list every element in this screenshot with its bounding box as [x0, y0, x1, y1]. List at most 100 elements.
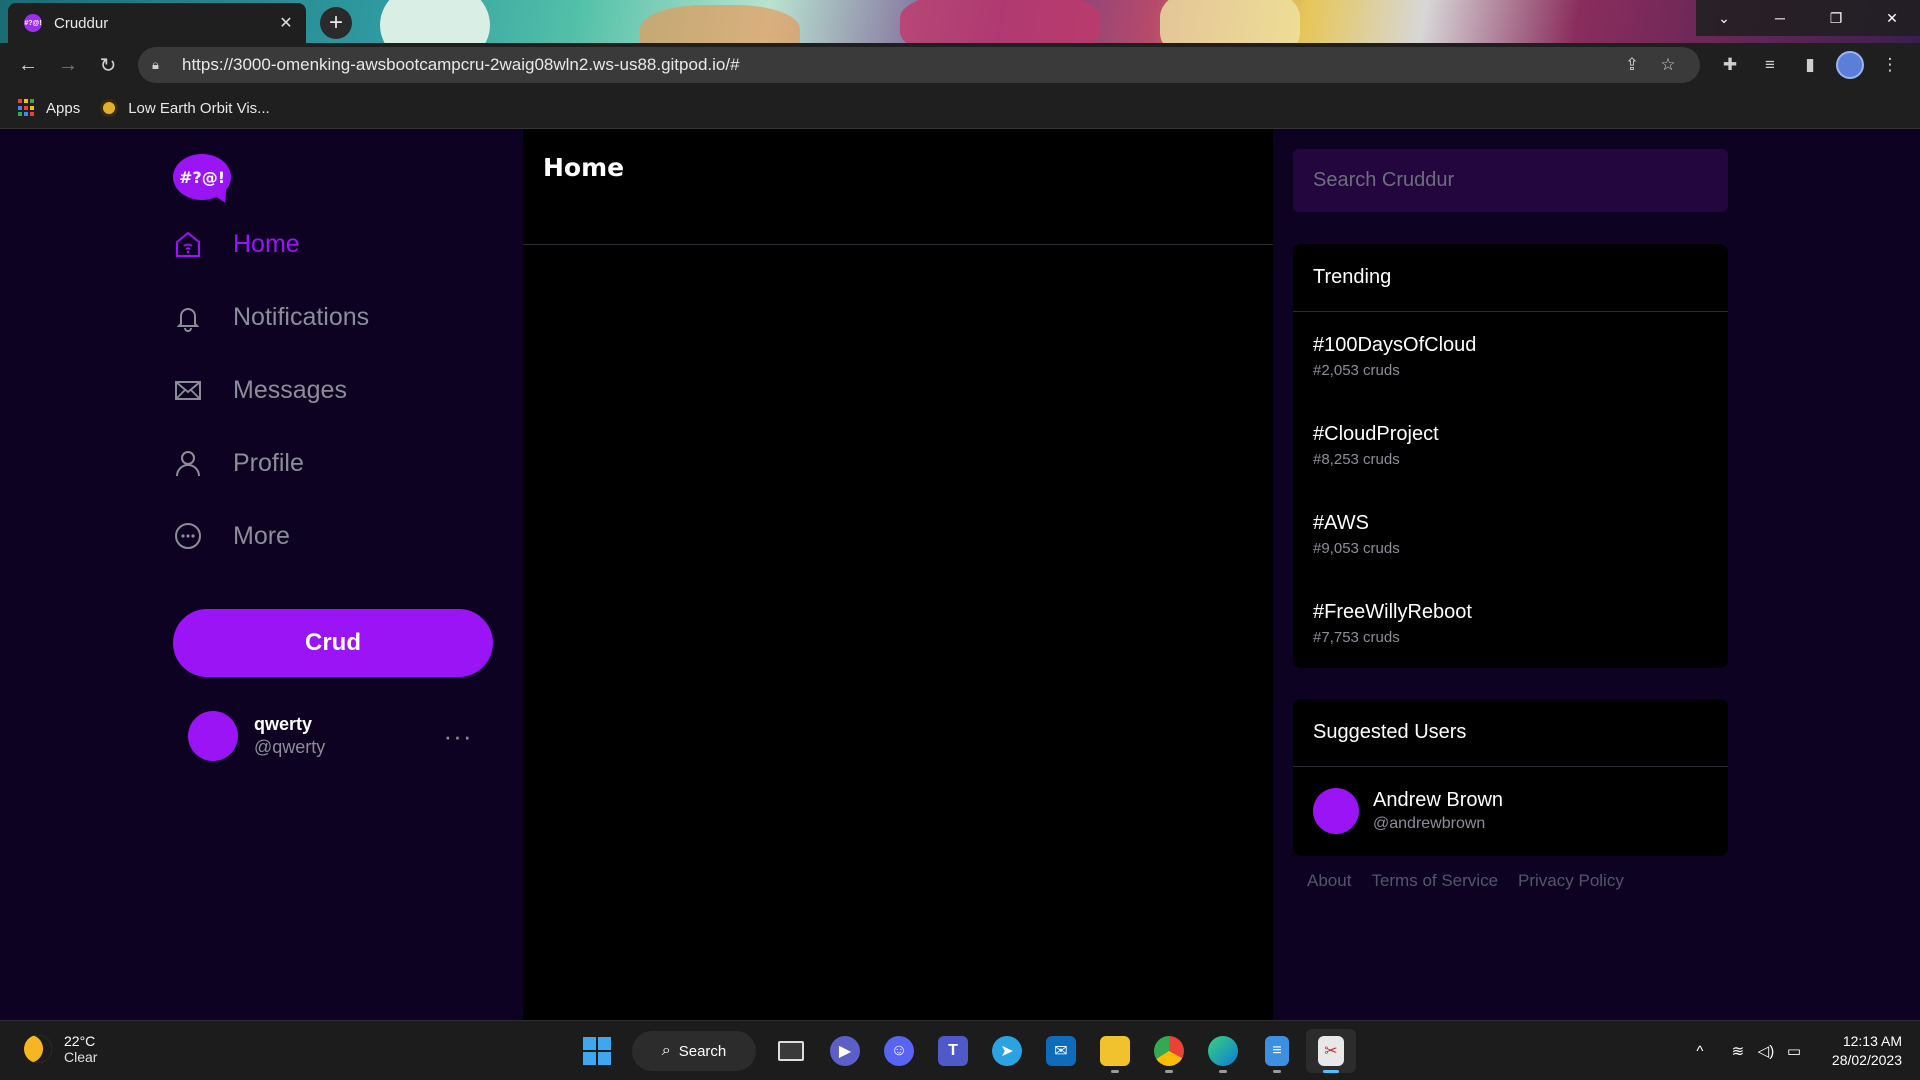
more-circle-icon	[173, 521, 203, 551]
chevron-up-icon[interactable]: ^	[1686, 1043, 1714, 1060]
wifi-icon[interactable]: ≋	[1724, 1042, 1752, 1060]
trending-title: Trending	[1293, 244, 1728, 312]
sidebar-item-label: Profile	[233, 448, 304, 477]
taskbar-snipping-tool[interactable]: ✂	[1306, 1029, 1356, 1073]
notepad-icon: ≡	[1265, 1036, 1289, 1066]
back-icon[interactable]: ←	[8, 46, 48, 86]
video-call-icon: ▶	[830, 1036, 860, 1066]
snipping-tool-icon: ✂	[1318, 1036, 1344, 1066]
suggested-users-panel: Suggested Users Andrew Brown @andrewbrow…	[1293, 699, 1728, 856]
windows-taskbar: 22°C Clear ⌕ Search ▶ ☺ T ➤ ✉ ≡ ✂ ^ ≋ ◁)…	[0, 1020, 1920, 1080]
footer-link-terms[interactable]: Terms of Service	[1371, 871, 1498, 891]
bookmark-star-icon[interactable]: ☆	[1650, 55, 1686, 75]
tab-search-icon[interactable]: ⌄	[1696, 0, 1752, 36]
current-user-card[interactable]: qwerty @qwerty ···	[188, 707, 478, 765]
trending-panel: Trending #100DaysOfCloud #2,053 cruds #C…	[1293, 244, 1728, 668]
footer-link-about[interactable]: About	[1307, 871, 1351, 891]
sidebar-item-notifications[interactable]: Notifications	[173, 295, 369, 339]
clock[interactable]: 12:13 AM 28/02/2023	[1832, 1032, 1902, 1070]
system-tray: ^ ≋ ◁) ▭ 12:13 AM 28/02/2023	[1686, 1029, 1902, 1073]
folder-icon	[1100, 1036, 1130, 1066]
trending-item[interactable]: #100DaysOfCloud #2,053 cruds	[1293, 312, 1728, 401]
start-button[interactable]	[572, 1029, 622, 1073]
bookmark-leo[interactable]: Low Earth Orbit Vis...	[100, 99, 270, 117]
bell-icon	[173, 302, 203, 332]
suggested-user[interactable]: Andrew Brown @andrewbrown	[1293, 767, 1728, 855]
page-title: Home	[543, 153, 625, 182]
search-icon: ⌕	[661, 1042, 671, 1059]
tab-title: Cruddur	[54, 14, 109, 32]
lock-icon[interactable]: 🔒︎	[152, 57, 166, 73]
reload-icon[interactable]: ↻	[88, 46, 128, 86]
profile-avatar-icon[interactable]	[1836, 51, 1864, 79]
taskbar-zoom[interactable]: ▶	[820, 1029, 870, 1073]
clock-time: 12:13 AM	[1842, 1033, 1902, 1049]
sidebar-item-messages[interactable]: Messages	[173, 368, 347, 412]
suggested-user-name: Andrew Brown	[1373, 789, 1504, 811]
taskbar-telegram[interactable]: ➤	[982, 1029, 1032, 1073]
teams-icon: T	[938, 1036, 968, 1066]
sidebar: #?@! Home Notifications Messages Profile	[0, 129, 523, 1020]
discord-icon: ☺	[884, 1036, 914, 1066]
taskbar-edge[interactable]	[1198, 1029, 1248, 1073]
sidebar-item-home[interactable]: Home	[173, 222, 300, 266]
clock-date: 28/02/2023	[1831, 1052, 1902, 1068]
sidebar-item-more[interactable]: More	[173, 514, 290, 558]
taskbar-file-explorer[interactable]	[1090, 1029, 1140, 1073]
taskbar-chrome[interactable]	[1144, 1029, 1194, 1073]
url-text[interactable]: https://3000-omenking-awsbootcampcru-2wa…	[182, 55, 1614, 75]
user-handle: @qwerty	[254, 737, 326, 757]
moon-icon	[19, 1030, 57, 1068]
weather-temp: 22°C	[64, 1033, 96, 1049]
new-tab-button[interactable]: +	[320, 7, 352, 39]
telegram-icon: ➤	[992, 1036, 1022, 1066]
crud-button[interactable]: Crud	[173, 609, 493, 677]
search-placeholder: Search Cruddur	[1313, 169, 1455, 191]
cruddur-favicon-icon: #?@!	[24, 14, 42, 32]
battery-icon[interactable]: ▭	[1780, 1042, 1808, 1060]
address-bar[interactable]: 🔒︎ https://3000-omenking-awsbootcampcru-…	[138, 47, 1700, 83]
task-view-button[interactable]	[766, 1029, 816, 1073]
suggested-user-handle: @andrewbrown	[1373, 815, 1486, 832]
taskbar-teams[interactable]: T	[928, 1029, 978, 1073]
weather-widget[interactable]: 22°C Clear	[19, 1030, 97, 1068]
forward-icon[interactable]: →	[48, 46, 88, 86]
taskbar-notepad[interactable]: ≡	[1252, 1029, 1302, 1073]
restore-icon[interactable]: ❐	[1808, 0, 1864, 36]
media-queue-icon[interactable]: ≡	[1750, 47, 1790, 83]
cruddur-logo[interactable]: #?@!	[173, 154, 233, 207]
home-icon	[173, 229, 203, 259]
taskbar-search[interactable]: ⌕ Search	[632, 1031, 756, 1071]
taskbar-discord[interactable]: ☺	[874, 1029, 924, 1073]
bookmark-label: Low Earth Orbit Vis...	[128, 99, 270, 117]
extensions-icon[interactable]: ✚	[1710, 47, 1750, 83]
close-tab-icon[interactable]: ✕	[276, 13, 296, 33]
leo-icon	[100, 99, 119, 117]
sidebar-item-profile[interactable]: Profile	[173, 441, 304, 485]
trending-item[interactable]: #AWS #9,053 cruds	[1293, 490, 1728, 579]
bookmark-label: Apps	[46, 99, 81, 117]
avatar	[1313, 788, 1359, 834]
side-panel-icon[interactable]: ▮	[1790, 47, 1830, 83]
taskbar-mail[interactable]: ✉	[1036, 1029, 1086, 1073]
sidebar-item-label: Notifications	[233, 302, 370, 331]
person-icon	[173, 448, 203, 478]
close-window-icon[interactable]: ✕	[1864, 0, 1920, 36]
window-controls: ⌄ ─ ❐ ✕	[1696, 0, 1920, 36]
suggested-users-title: Suggested Users	[1293, 699, 1728, 767]
sidebar-item-label: Messages	[233, 375, 347, 404]
share-icon[interactable]: ⇪	[1614, 55, 1650, 75]
trending-item[interactable]: #CloudProject #8,253 cruds	[1293, 401, 1728, 490]
trending-item[interactable]: #FreeWillyReboot #7,753 cruds	[1293, 579, 1728, 668]
minimize-icon[interactable]: ─	[1752, 0, 1808, 36]
footer-link-privacy[interactable]: Privacy Policy	[1518, 871, 1624, 891]
user-menu-icon[interactable]: ···	[438, 721, 478, 752]
windows-logo-icon	[583, 1037, 611, 1065]
kebab-menu-icon[interactable]: ⋮	[1870, 47, 1910, 83]
browser-tab[interactable]: #?@! Cruddur ✕	[8, 3, 306, 43]
bookmark-apps[interactable]: Apps	[18, 99, 80, 117]
volume-icon[interactable]: ◁)	[1752, 1042, 1780, 1060]
feed: Home	[523, 129, 1273, 1020]
search-input[interactable]: Search Cruddur	[1293, 149, 1728, 212]
taskbar-search-label: Search	[678, 1042, 727, 1060]
